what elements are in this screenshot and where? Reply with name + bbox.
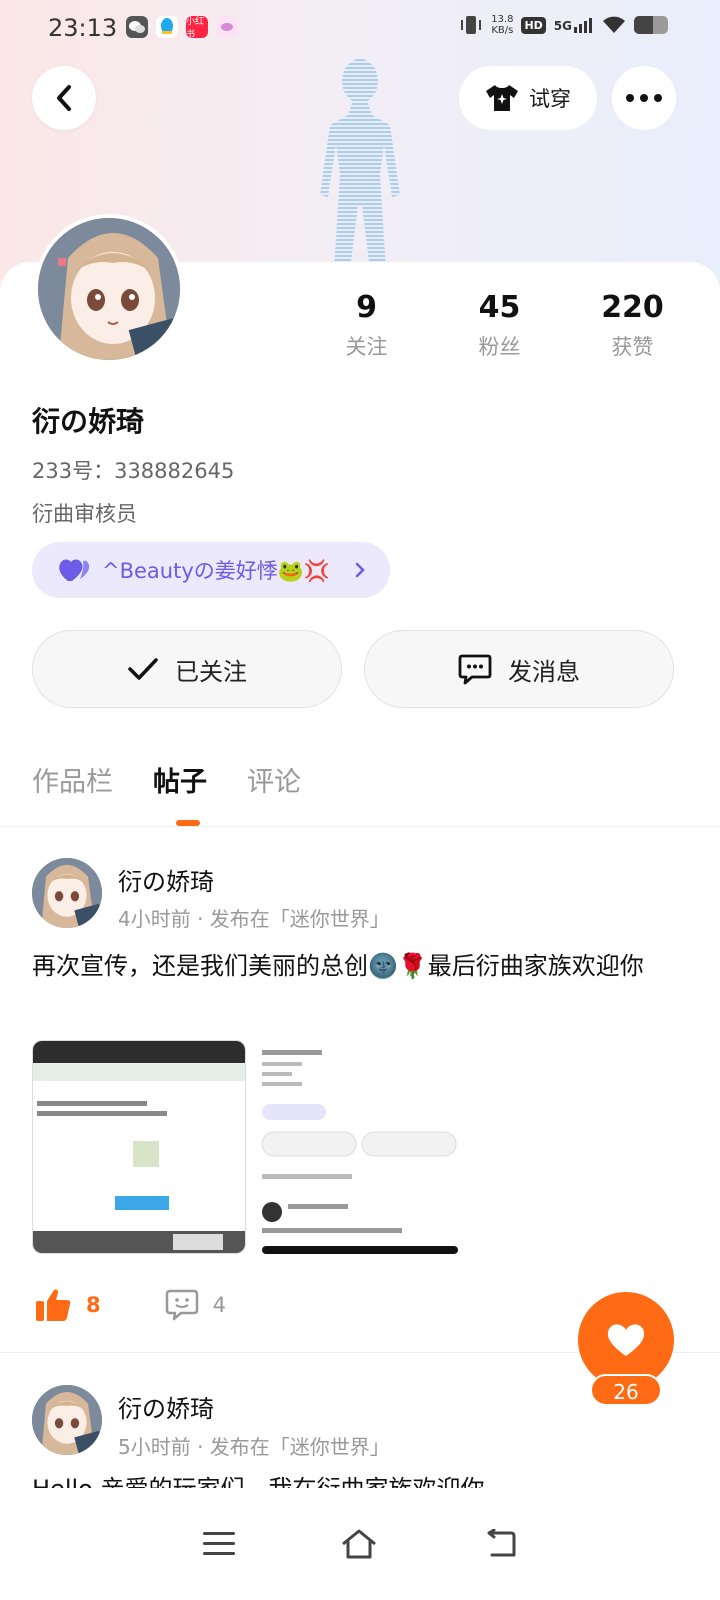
post-text[interactable]: 再次宣传，还是我们美丽的总创🌚🌹最后衍曲家族欢迎你 bbox=[32, 950, 682, 982]
post-image-1[interactable] bbox=[32, 1040, 246, 1254]
vibrate-icon bbox=[461, 16, 482, 34]
post-actions: 8 4 bbox=[36, 1288, 226, 1322]
stat-likes[interactable]: 220 获赞 bbox=[566, 290, 699, 361]
send-message-label: 发消息 bbox=[508, 657, 580, 686]
more-dots-icon bbox=[626, 94, 662, 102]
screenshot-thumbnail bbox=[250, 1040, 464, 1254]
floating-like-count: 26 bbox=[590, 1374, 662, 1406]
post-author-avatar[interactable] bbox=[32, 858, 102, 928]
family-tag-label: ^Beautyの姜好悸🐸💢 bbox=[102, 559, 331, 583]
tab-works[interactable]: 作品栏 bbox=[32, 760, 113, 799]
anime-girl-avatar-image bbox=[32, 1385, 102, 1455]
battery-level bbox=[634, 16, 653, 34]
menu-icon[interactable] bbox=[202, 1531, 235, 1557]
profile-tabs: 作品栏 帖子 评论 bbox=[32, 760, 301, 799]
profile-role: 衍曲审核员 bbox=[32, 502, 137, 526]
try-on-button[interactable]: 试穿 bbox=[459, 66, 597, 130]
profile-avatar[interactable] bbox=[34, 214, 184, 364]
app-icon bbox=[216, 16, 238, 38]
system-nav-bar bbox=[0, 1488, 720, 1600]
try-on-label: 试穿 bbox=[529, 87, 571, 111]
battery-icon bbox=[634, 16, 668, 34]
stat-fans[interactable]: 45 粉丝 bbox=[433, 290, 566, 361]
stat-likes-value: 220 bbox=[601, 290, 664, 325]
post-author-avatar[interactable] bbox=[32, 1385, 102, 1455]
stat-likes-label: 获赞 bbox=[611, 335, 654, 359]
family-tag[interactable]: ^Beautyの姜好悸🐸💢 bbox=[32, 542, 390, 598]
back-nav-icon[interactable] bbox=[483, 1529, 517, 1559]
back-button[interactable] bbox=[32, 66, 96, 130]
signal-icon bbox=[574, 18, 592, 33]
profile-username: 衍の娇琦 bbox=[32, 405, 145, 438]
avatar-hologram bbox=[320, 59, 400, 270]
post-author-name[interactable]: 衍の娇琦 bbox=[118, 1389, 214, 1424]
stat-fans-value: 45 bbox=[478, 290, 521, 325]
followed-label: 已关注 bbox=[175, 657, 247, 686]
xiaohongshu-icon: 小红书 bbox=[186, 16, 208, 40]
status-bar: 23:13 小红书 13.8 KB/s HD 5G bbox=[0, 0, 720, 56]
stat-following[interactable]: 9 关注 bbox=[300, 290, 433, 361]
profile-uid: 233号：338882645 bbox=[32, 459, 235, 483]
chat-bubble-icon bbox=[458, 654, 492, 685]
hd-badge: HD bbox=[521, 16, 546, 34]
anime-girl-avatar-image bbox=[32, 858, 102, 928]
send-message-button[interactable]: 发消息 bbox=[364, 630, 674, 708]
post-meta: 5小时前 · 发布在「迷你世界」 bbox=[118, 1435, 390, 1459]
post-image-2[interactable] bbox=[250, 1040, 464, 1254]
wechat-icon bbox=[126, 16, 148, 38]
status-app-icons: 小红书 bbox=[126, 16, 238, 40]
tshirt-icon bbox=[486, 85, 518, 111]
status-indicators: 13.8 KB/s HD 5G bbox=[459, 14, 668, 36]
qq-icon bbox=[156, 16, 178, 38]
chevron-right-icon bbox=[355, 562, 365, 578]
home-icon[interactable] bbox=[340, 1528, 378, 1560]
more-options-button[interactable] bbox=[612, 66, 676, 130]
heart-icon bbox=[59, 559, 90, 581]
comment-icon[interactable] bbox=[165, 1288, 199, 1322]
chevron-left-icon bbox=[57, 85, 71, 111]
wifi-icon bbox=[603, 16, 625, 33]
post-meta: 4小时前 · 发布在「迷你世界」 bbox=[118, 907, 390, 931]
tab-posts[interactable]: 帖子 bbox=[153, 760, 207, 799]
status-time: 23:13 bbox=[48, 14, 118, 42]
followed-button[interactable]: 已关注 bbox=[32, 630, 342, 708]
divider bbox=[0, 826, 720, 827]
post-author-name[interactable]: 衍の娇琦 bbox=[118, 862, 214, 897]
stat-following-value: 9 bbox=[356, 290, 377, 325]
checkmark-icon bbox=[128, 658, 158, 680]
stat-following-label: 关注 bbox=[345, 335, 388, 359]
post-text[interactable]: Hello 亲爱的玩家们，我在衍曲家族欢迎你 bbox=[32, 1474, 484, 1488]
network-speed: 13.8 KB/s bbox=[491, 14, 514, 36]
stat-fans-label: 粉丝 bbox=[478, 335, 521, 359]
like-count: 8 bbox=[86, 1293, 101, 1317]
thumbs-up-icon[interactable] bbox=[36, 1288, 72, 1322]
profile-stats: 9 关注 45 粉丝 220 获赞 bbox=[300, 290, 700, 361]
screenshot-thumbnail bbox=[33, 1041, 245, 1253]
tab-comments[interactable]: 评论 bbox=[247, 760, 301, 799]
comment-count: 4 bbox=[212, 1293, 226, 1317]
signal-indicator: 5G bbox=[554, 17, 594, 33]
heart-icon bbox=[607, 1324, 645, 1356]
